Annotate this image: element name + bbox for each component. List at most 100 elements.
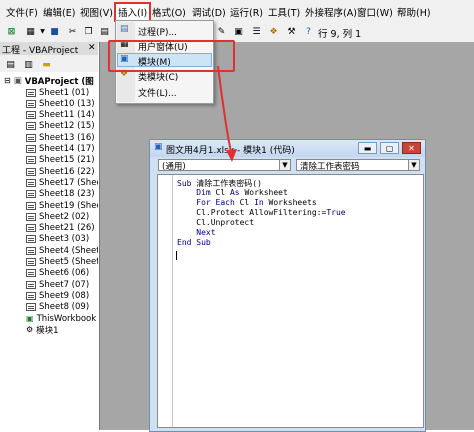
- tree-item[interactable]: ▣ ThisWorkbook: [26, 313, 96, 324]
- tree-item-label: Sheet11 (14): [39, 110, 95, 121]
- menu-run[interactable]: 运行(R): [230, 5, 263, 19]
- design-mode-icon[interactable]: ✎: [215, 25, 228, 38]
- menu-debug[interactable]: 调试(D): [192, 5, 226, 19]
- tree-root[interactable]: ⊟ ▣ VBAProject (图: [4, 75, 94, 87]
- tree-item[interactable]: Sheet5 (Sheet: [26, 257, 98, 268]
- menu-help[interactable]: 帮助(H): [397, 5, 431, 19]
- sheet-icon: [26, 167, 36, 176]
- sheet-icon: [26, 145, 36, 153]
- project-explorer-icon[interactable]: ▣: [232, 25, 245, 38]
- tree-item[interactable]: Sheet13 (16): [26, 132, 95, 143]
- code-editor[interactable]: Sub 清除工作表密码() Dim Cl As Worksheet For Ea…: [157, 174, 424, 428]
- close-button[interactable]: ✕: [402, 142, 421, 154]
- chevron-down-icon[interactable]: ▼: [279, 160, 290, 170]
- sheet-icon: [26, 280, 36, 289]
- menu-item-procedure[interactable]: 过程(P)...: [138, 25, 177, 38]
- sheet-icon: [26, 235, 36, 244]
- annotation-arrow: [217, 65, 237, 162]
- menu-addins[interactable]: 外接程序(A): [305, 5, 357, 19]
- tree-item[interactable]: Sheet4 (Sheet: [26, 245, 98, 256]
- procedure-combo-value: 清除工作表密码: [300, 162, 360, 172]
- tree-item[interactable]: Sheet8 (09): [26, 302, 89, 313]
- view-code-icon[interactable]: ▤: [4, 58, 17, 71]
- tree-item-label: Sheet7 (07): [39, 279, 90, 290]
- code-window: ▣ 图文用4月1.xlsx - 模块1 (代码) ▬ ▢ ✕ (通用) ▼ 清除…: [149, 139, 426, 432]
- tree-item-label: Sheet1 (01): [39, 87, 90, 98]
- minimize-button[interactable]: ▬: [358, 142, 377, 154]
- menu-file[interactable]: 文件(F): [6, 5, 38, 19]
- object-combo-value: (通用): [162, 162, 186, 172]
- tree-item-label: Sheet21 (26): [39, 223, 95, 234]
- project-tree: ⊟ ▣ VBAProject (图 Sheet1 (01) Sheet10 (13…: [0, 72, 98, 430]
- tree-item[interactable]: Sheet2 (02): [26, 211, 89, 222]
- menu-format[interactable]: 格式(O): [152, 5, 186, 19]
- tree-item[interactable]: Sheet3 (03): [26, 234, 89, 245]
- tree-item[interactable]: Sheet14 (17): [26, 144, 95, 155]
- maximize-button[interactable]: ▢: [380, 142, 399, 154]
- tree-item[interactable]: Sheet12 (15): [26, 121, 95, 132]
- menu-tools[interactable]: 工具(T): [268, 5, 300, 19]
- menu-view[interactable]: 视图(V): [80, 5, 113, 19]
- sheet-icon: [26, 201, 36, 210]
- sheet-icon: [26, 133, 36, 142]
- excel-icon[interactable]: ⊠: [5, 25, 18, 38]
- toolbox-icon[interactable]: ⚒: [285, 25, 298, 38]
- properties-icon[interactable]: ☰: [250, 25, 263, 38]
- code-line: End Sub: [177, 238, 211, 247]
- tree-item[interactable]: Sheet6 (06): [26, 268, 89, 279]
- paste-icon[interactable]: ▤: [98, 25, 111, 38]
- tree-item-label: Sheet6 (06): [39, 268, 90, 279]
- tree-item[interactable]: Sheet9 (08): [26, 290, 89, 301]
- help-icon[interactable]: ?: [302, 25, 315, 38]
- sheet-icon: [26, 224, 36, 233]
- code-text: 清除工作表密码(): [196, 179, 262, 188]
- sheet-icon: [26, 88, 36, 97]
- close-icon[interactable]: ✕: [88, 43, 96, 53]
- menu-insert[interactable]: 插入(I): [114, 2, 152, 22]
- toggle-folders-icon[interactable]: ▬: [40, 58, 53, 71]
- procedure-icon: ▤: [120, 24, 129, 34]
- tree-item[interactable]: Sheet1 (01): [26, 87, 89, 98]
- module-icon: ⚙: [26, 325, 34, 335]
- tree-item[interactable]: Sheet10 (13): [26, 98, 95, 109]
- tree-item[interactable]: ⚙ 模块1: [26, 324, 59, 336]
- tree-item[interactable]: Sheet17 (Shee: [26, 177, 98, 188]
- sheet-icon: [26, 190, 36, 199]
- tree-item-label: Sheet12 (15): [39, 121, 95, 132]
- tree-item[interactable]: Sheet11 (14): [26, 110, 95, 121]
- code-window-titlebar[interactable]: ▣ 图文用4月1.xlsx - 模块1 (代码) ▬ ▢ ✕: [150, 140, 425, 157]
- menu-edit[interactable]: 编辑(E): [43, 5, 75, 19]
- chevron-down-icon[interactable]: ▼: [408, 160, 419, 170]
- code-line: For Each Cl In Worksheets: [196, 198, 317, 207]
- menu-bar: 文件(F) 编辑(E) 视图(V) 插入(I) 格式(O) 调试(D) 运行(R…: [0, 0, 474, 23]
- cut-icon[interactable]: ✂: [66, 25, 79, 38]
- sheet-icon: [26, 178, 36, 187]
- tree-item-label: Sheet4 (Sheet: [39, 245, 98, 256]
- tree-item-label: Sheet2 (02): [39, 211, 90, 222]
- code-line: Next: [196, 228, 216, 237]
- tree-item[interactable]: Sheet16 (22): [26, 166, 95, 177]
- sheet-icon: [26, 291, 36, 300]
- sheet-icon: [26, 111, 36, 120]
- view-object-icon[interactable]: ▥: [22, 58, 35, 71]
- menu-window[interactable]: 窗口(W): [357, 5, 393, 19]
- tree-item[interactable]: Sheet19 (Shee: [26, 200, 98, 211]
- tree-item-label: Sheet10 (13): [39, 98, 95, 109]
- tree-item-label: Sheet8 (09): [39, 302, 90, 313]
- menu-item-file[interactable]: 文件(L)...: [138, 86, 177, 99]
- collapse-icon[interactable]: ⊟: [4, 76, 11, 85]
- tree-item-label: Sheet9 (08): [39, 290, 90, 301]
- save-icon[interactable]: ■: [48, 25, 61, 38]
- tree-item[interactable]: Sheet21 (26): [26, 223, 95, 234]
- tree-item[interactable]: Sheet18 (23): [26, 189, 95, 200]
- tree-item-label: Sheet16 (22): [39, 166, 95, 177]
- procedure-combo[interactable]: 清除工作表密码 ▼: [296, 159, 420, 172]
- vba-project-icon: ▣: [13, 75, 22, 86]
- workbook-icon: ▣: [26, 314, 34, 323]
- copy-icon[interactable]: ❐: [82, 25, 95, 38]
- code-line: Cl.Unprotect: [177, 218, 255, 227]
- tree-item[interactable]: Sheet15 (21): [26, 155, 95, 166]
- tree-item[interactable]: Sheet7 (07): [26, 279, 89, 290]
- sheet-icon: [26, 246, 36, 255]
- object-browser-icon[interactable]: ❖: [267, 25, 280, 38]
